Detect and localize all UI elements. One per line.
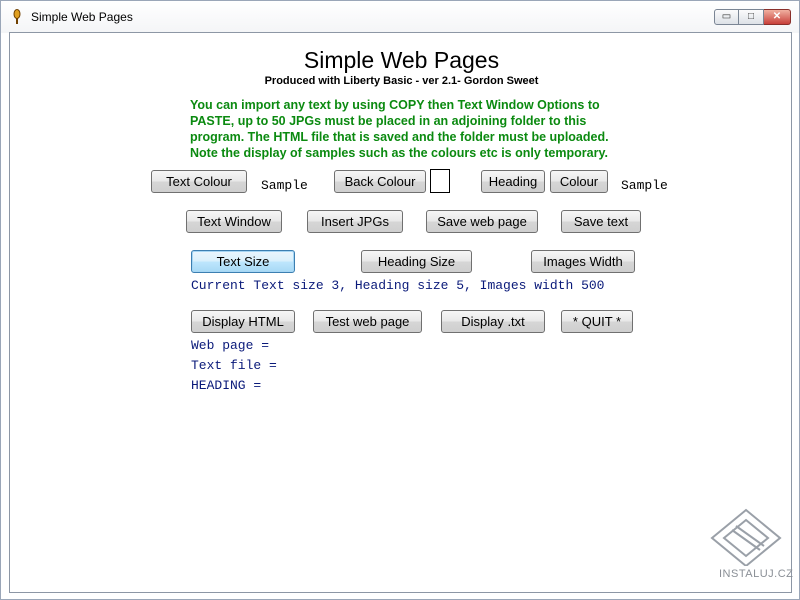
- window-controls: ▭ □ ✕: [714, 9, 791, 25]
- minimize-icon: ▭: [721, 11, 732, 22]
- heading-sample-label: Sample: [621, 178, 668, 193]
- text-sample-label: Sample: [261, 178, 308, 193]
- maximize-button[interactable]: □: [739, 9, 764, 25]
- web-page-info: Web page =: [191, 338, 270, 353]
- page-title: Simple Web Pages: [303, 47, 500, 73]
- app-window: Simple Web Pages ▭ □ ✕ Simple Web Pages …: [0, 0, 800, 600]
- save-web-page-button[interactable]: Save web page: [426, 210, 538, 233]
- watermark-text: INSTALUJ.CZ: [719, 568, 794, 580]
- text-file-info: Text file =: [191, 358, 277, 373]
- back-colour-swatch: [430, 169, 450, 193]
- test-web-page-button[interactable]: Test web page: [313, 310, 422, 333]
- intro-text: You can import any text by using COPY th…: [190, 97, 660, 161]
- app-icon: [13, 9, 21, 24]
- text-window-button[interactable]: Text Window: [186, 210, 282, 233]
- back-colour-button[interactable]: Back Colour: [334, 170, 426, 193]
- close-button[interactable]: ✕: [764, 9, 791, 25]
- display-html-button[interactable]: Display HTML: [191, 310, 295, 333]
- client-area: Simple Web Pages Produced with Liberty B…: [9, 32, 792, 593]
- intro-line: Note the display of samples such as the …: [190, 146, 608, 160]
- display-txt-button[interactable]: Display .txt: [441, 310, 545, 333]
- close-icon: ✕: [772, 11, 782, 22]
- intro-line: You can import any text by using COPY th…: [190, 98, 600, 112]
- intro-line: program. The HTML file that is saved and…: [190, 130, 609, 144]
- heading-info: HEADING =: [191, 378, 262, 393]
- intro-line: PASTE, up to 50 JPGs must be placed in a…: [190, 114, 587, 128]
- heading-button[interactable]: Heading: [481, 170, 545, 193]
- title-bar[interactable]: Simple Web Pages ▭ □ ✕: [1, 1, 799, 33]
- watermark-logo-icon: [710, 508, 782, 566]
- colour-button[interactable]: Colour: [550, 170, 608, 193]
- quit-button[interactable]: * QUIT *: [561, 310, 633, 333]
- maximize-icon: □: [747, 11, 755, 22]
- images-width-button[interactable]: Images Width: [531, 250, 635, 273]
- current-sizes-status: Current Text size 3, Heading size 5, Ima…: [191, 278, 605, 293]
- text-size-button[interactable]: Text Size: [191, 250, 295, 273]
- save-text-button[interactable]: Save text: [561, 210, 641, 233]
- insert-jpgs-button[interactable]: Insert JPGs: [307, 210, 403, 233]
- page-subtitle: Produced with Liberty Basic - ver 2.1- G…: [264, 75, 539, 87]
- minimize-button[interactable]: ▭: [714, 9, 739, 25]
- heading-size-button[interactable]: Heading Size: [361, 250, 472, 273]
- text-colour-button[interactable]: Text Colour: [151, 170, 247, 193]
- window-title: Simple Web Pages: [31, 10, 133, 24]
